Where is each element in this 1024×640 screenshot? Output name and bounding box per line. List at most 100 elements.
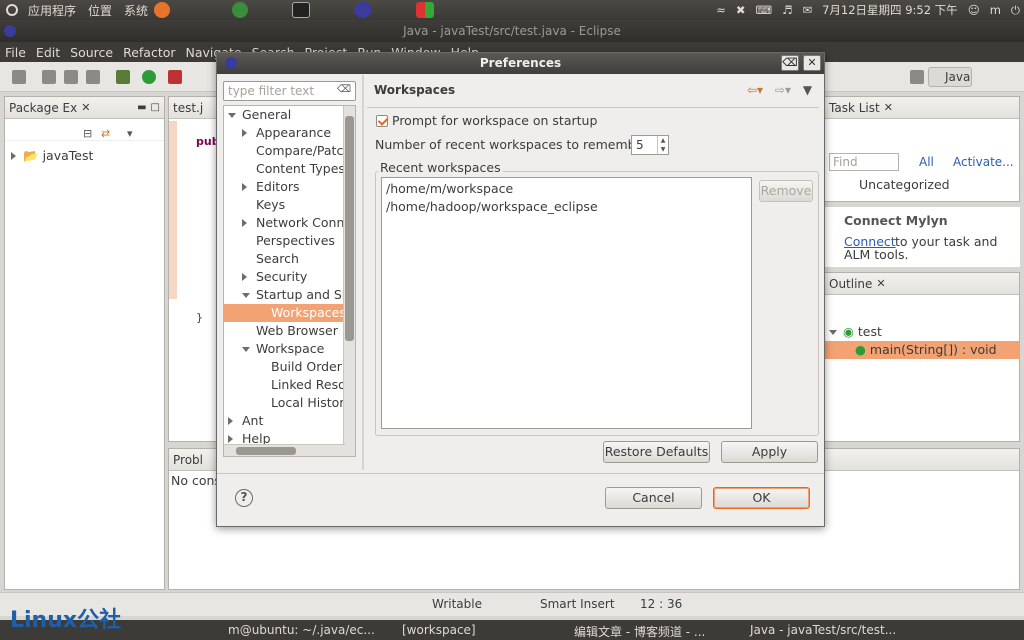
forward-arrow-icon[interactable]: ⇨▾ bbox=[775, 83, 791, 97]
external-tools-icon[interactable] bbox=[168, 70, 182, 84]
scrollbar-thumb[interactable] bbox=[236, 447, 296, 455]
debug-icon[interactable] bbox=[116, 70, 130, 84]
close-icon[interactable]: ✕ bbox=[884, 101, 893, 114]
view-menu-icon[interactable]: ▼ bbox=[803, 83, 812, 97]
open-perspective-icon[interactable] bbox=[910, 70, 924, 84]
wifi-icon[interactable]: ≈ bbox=[716, 3, 726, 17]
task-list-tab[interactable]: Task List ✕ bbox=[825, 97, 1019, 119]
collapse-arrow-icon[interactable] bbox=[242, 347, 250, 352]
list-item[interactable]: /home/hadoop/workspace_eclipse bbox=[386, 199, 598, 214]
remember-count-spinner[interactable]: 5 ▲ ▼ bbox=[631, 135, 669, 155]
collapse-arrow-icon[interactable] bbox=[228, 113, 236, 118]
new-icon[interactable] bbox=[12, 70, 26, 84]
user-icon[interactable]: ☺ bbox=[968, 3, 980, 17]
tree-item-build-order[interactable]: Build Order bbox=[224, 358, 342, 376]
prompt-workspace-checkbox[interactable] bbox=[376, 115, 388, 127]
dialog-minimize-button[interactable]: ⌫ bbox=[781, 55, 799, 71]
outline-tab[interactable]: Outline ✕ bbox=[825, 273, 1019, 295]
tree-item-network-connections[interactable]: Network Connections bbox=[224, 214, 355, 232]
expand-arrow-icon[interactable] bbox=[242, 183, 247, 191]
dialog-sash[interactable] bbox=[362, 75, 364, 470]
task-activate-link[interactable]: Activate... bbox=[953, 155, 1014, 169]
tree-item-workspace[interactable]: Workspace bbox=[224, 340, 324, 358]
menu-source[interactable]: Source bbox=[65, 45, 118, 60]
taskbar-item-terminal[interactable]: m@ubuntu: ~/.java/ec... bbox=[228, 623, 375, 637]
task-find-input[interactable]: Find bbox=[829, 153, 899, 171]
save-all-icon[interactable] bbox=[64, 70, 78, 84]
expand-arrow-icon[interactable] bbox=[228, 417, 233, 425]
tree-item-general[interactable]: General bbox=[224, 106, 291, 124]
spinner-down-icon[interactable]: ▼ bbox=[657, 145, 668, 154]
office-launcher-icon[interactable] bbox=[416, 2, 435, 18]
menu-refactor[interactable]: Refactor bbox=[118, 45, 180, 60]
task-all-link[interactable]: All bbox=[919, 155, 934, 169]
tree-vertical-scrollbar[interactable] bbox=[343, 106, 355, 456]
expand-arrow-icon[interactable] bbox=[228, 435, 233, 443]
tree-item-content-types[interactable]: Content Types bbox=[224, 160, 345, 178]
menu-file[interactable]: File bbox=[0, 45, 31, 60]
tree-item-editors[interactable]: Editors bbox=[224, 178, 300, 196]
bluetooth-icon[interactable]: ✖ bbox=[736, 3, 746, 17]
remove-button[interactable]: Remove bbox=[759, 180, 813, 202]
filter-input[interactable]: type filter text ⌫ bbox=[223, 81, 356, 101]
collapse-arrow-icon[interactable] bbox=[829, 330, 837, 335]
back-arrow-icon[interactable]: ⇦▾ bbox=[747, 83, 763, 97]
outline-class-test[interactable]: ◉ test bbox=[829, 323, 1017, 341]
clear-filter-icon[interactable]: ⌫ bbox=[337, 84, 351, 95]
print-icon[interactable] bbox=[86, 70, 100, 84]
user-name[interactable]: m bbox=[990, 3, 1001, 17]
tree-item-search[interactable]: Search bbox=[224, 250, 299, 268]
editor-tab[interactable]: test.j bbox=[169, 97, 219, 119]
link-editor-icon[interactable]: ⇄ bbox=[101, 127, 110, 140]
close-icon[interactable]: ✕ bbox=[81, 101, 90, 114]
run-icon[interactable] bbox=[142, 70, 156, 84]
menu-edit[interactable]: Edit bbox=[31, 45, 65, 60]
tree-item-local-history[interactable]: Local History bbox=[224, 394, 352, 412]
minimize-icon[interactable]: ▬ bbox=[137, 102, 146, 113]
expand-arrow-icon[interactable] bbox=[242, 129, 247, 137]
expand-arrow-icon[interactable] bbox=[242, 273, 247, 281]
eclipse-launcher-icon[interactable] bbox=[354, 2, 373, 18]
firefox-launcher-icon[interactable] bbox=[154, 2, 171, 18]
cancel-button[interactable]: Cancel bbox=[605, 487, 702, 509]
save-icon[interactable] bbox=[42, 70, 56, 84]
chrome-launcher-icon[interactable] bbox=[232, 2, 249, 18]
spinner-up-icon[interactable]: ▲ bbox=[657, 136, 668, 145]
tree-item-ant[interactable]: Ant bbox=[224, 412, 263, 430]
mail-icon[interactable]: ✉ bbox=[802, 3, 812, 17]
scrollbar-thumb[interactable] bbox=[345, 116, 354, 341]
terminal-launcher-icon[interactable] bbox=[292, 2, 311, 18]
view-menu-icon[interactable]: ▾ bbox=[127, 127, 133, 140]
tree-item-workspaces[interactable]: Workspaces bbox=[224, 304, 346, 322]
perspective-java[interactable]: Java bbox=[928, 67, 972, 87]
maximize-icon[interactable]: □ bbox=[151, 102, 160, 113]
menu-applications[interactable]: 应用程序 bbox=[22, 2, 82, 19]
expand-arrow-icon[interactable] bbox=[242, 219, 247, 227]
tree-horizontal-scrollbar[interactable] bbox=[224, 444, 345, 456]
editor-code-line[interactable]: } bbox=[196, 311, 203, 324]
outline-method-main[interactable]: ● main(String[]) : void bbox=[825, 341, 1019, 359]
close-icon[interactable]: ✕ bbox=[876, 277, 885, 290]
menu-places[interactable]: 位置 bbox=[82, 2, 118, 19]
expand-arrow-icon[interactable] bbox=[11, 152, 16, 160]
tree-item-perspectives[interactable]: Perspectives bbox=[224, 232, 335, 250]
menu-system[interactable]: 系统 bbox=[118, 2, 154, 19]
keyboard-icon[interactable]: ⌨ bbox=[756, 3, 773, 17]
tree-item-startup-shutdown[interactable]: Startup and Shutdown bbox=[224, 286, 355, 304]
tree-item-compare-patch[interactable]: Compare/Patch bbox=[224, 142, 351, 160]
tree-item-security[interactable]: Security bbox=[224, 268, 307, 286]
task-category[interactable]: Uncategorized bbox=[859, 177, 950, 192]
recent-workspaces-list[interactable]: /home/m/workspace /home/hadoop/workspace… bbox=[381, 177, 752, 429]
clock[interactable]: 7月12日星期四 9:52 下午 bbox=[822, 2, 958, 18]
project-javatest[interactable]: 📂 javaTest bbox=[11, 147, 93, 165]
package-explorer-tab[interactable]: Package Ex ✕ ▬ □ bbox=[5, 97, 164, 119]
tree-item-linked-resources[interactable]: Linked Resources bbox=[224, 376, 355, 394]
collapse-arrow-icon[interactable] bbox=[242, 293, 250, 298]
tree-item-keys[interactable]: Keys bbox=[224, 196, 285, 214]
apply-button[interactable]: Apply bbox=[721, 441, 818, 463]
tree-item-appearance[interactable]: Appearance bbox=[224, 124, 331, 142]
tree-item-web-browser[interactable]: Web Browser bbox=[224, 322, 338, 340]
power-icon[interactable]: ⏻ bbox=[1011, 3, 1020, 18]
ok-button[interactable]: OK bbox=[713, 487, 810, 509]
list-item[interactable]: /home/m/workspace bbox=[386, 181, 513, 196]
